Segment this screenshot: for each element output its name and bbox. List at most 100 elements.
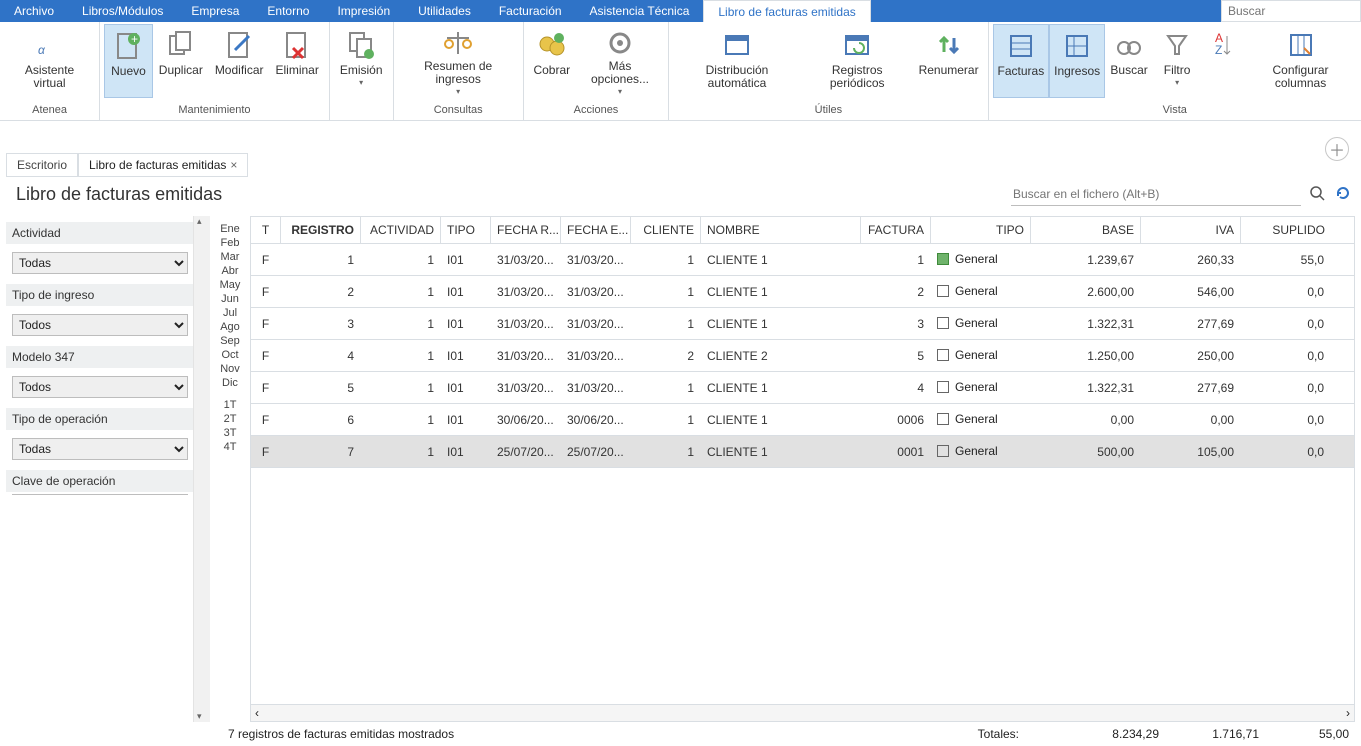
- search-icon[interactable]: [1309, 185, 1325, 204]
- grid-header: T REGISTRO ACTIVIDAD TIPO FECHA R... FEC…: [251, 217, 1354, 244]
- nuevo-button[interactable]: + Nuevo: [104, 24, 153, 98]
- month-Dic[interactable]: Dic: [212, 376, 248, 390]
- col-fecha-r[interactable]: FECHA R...: [491, 217, 561, 243]
- add-tab-button[interactable]: ＋: [1325, 137, 1349, 161]
- col-nombre[interactable]: NOMBRE: [701, 217, 861, 243]
- total-iva: 1.716,71: [1159, 727, 1259, 741]
- filter-actividad-label: Actividad: [6, 222, 202, 244]
- menu-asistencia[interactable]: Asistencia Técnica: [576, 0, 704, 22]
- month-1T[interactable]: 1T: [212, 398, 248, 412]
- eliminar-button[interactable]: Eliminar: [270, 24, 325, 98]
- tab-libro-facturas[interactable]: Libro de facturas emitidas×: [78, 153, 248, 177]
- month-Jun[interactable]: Jun: [212, 292, 248, 306]
- refresh-icon[interactable]: [1335, 185, 1351, 204]
- group-mantenimiento-label: Mantenimiento: [104, 102, 325, 120]
- renumber-icon: [932, 28, 966, 62]
- menu-utilidades[interactable]: Utilidades: [404, 0, 485, 22]
- col-fecha-e[interactable]: FECHA E...: [561, 217, 631, 243]
- table-row[interactable]: F41I0131/03/20...31/03/20...2CLIENTE 25G…: [251, 340, 1354, 372]
- filter-scrollbar[interactable]: [193, 216, 210, 722]
- group-utiles-label: Útiles: [673, 102, 983, 120]
- month-3T[interactable]: 3T: [212, 426, 248, 440]
- svg-text:+: +: [131, 32, 138, 46]
- ribbon: α Asistente virtual Atenea + Nuevo Dupli…: [0, 22, 1361, 121]
- invoices-icon: [1004, 29, 1038, 63]
- filter-tipo-ingreso-select[interactable]: Todos: [12, 314, 188, 336]
- buscar-button[interactable]: Buscar: [1105, 24, 1153, 98]
- month-Feb[interactable]: Feb: [212, 236, 248, 250]
- table-row[interactable]: F51I0131/03/20...31/03/20...1CLIENTE 14G…: [251, 372, 1354, 404]
- menu-empresa[interactable]: Empresa: [177, 0, 253, 22]
- duplicate-icon: [164, 28, 198, 62]
- col-iva[interactable]: IVA: [1141, 217, 1241, 243]
- col-base[interactable]: BASE: [1031, 217, 1141, 243]
- menu-impresion[interactable]: Impresión: [323, 0, 404, 22]
- col-factura[interactable]: FACTURA: [861, 217, 931, 243]
- modificar-button[interactable]: Modificar: [209, 24, 270, 98]
- month-filter-list: EneFebMarAbrMayJunJulAgoSepOctNovDic 1T2T…: [210, 216, 250, 722]
- calendar-auto-icon: [720, 28, 754, 62]
- table-row[interactable]: F11I0131/03/20...31/03/20...1CLIENTE 11G…: [251, 244, 1354, 276]
- calendar-repeat-icon: [840, 28, 874, 62]
- month-Ago[interactable]: Ago: [212, 320, 248, 334]
- totals-label: Totales:: [978, 727, 1019, 741]
- balance-icon: [441, 28, 475, 58]
- filtro-button[interactable]: Filtro▾: [1153, 24, 1201, 98]
- file-search-input[interactable]: [1011, 183, 1301, 206]
- col-actividad[interactable]: ACTIVIDAD: [361, 217, 441, 243]
- renumerar-button[interactable]: Renumerar: [914, 24, 984, 98]
- table-row[interactable]: F61I0130/06/20...30/06/20...1CLIENTE 100…: [251, 404, 1354, 436]
- registros-periodicos-button[interactable]: Registros periódicos: [801, 24, 914, 98]
- new-doc-icon: +: [111, 29, 145, 63]
- filter-tipo-operacion-select[interactable]: Todas: [12, 438, 188, 460]
- emision-button[interactable]: Emisión▾: [334, 24, 389, 98]
- month-Mar[interactable]: Mar: [212, 250, 248, 264]
- total-base: 8.234,29: [1049, 727, 1159, 741]
- distribucion-button[interactable]: Distribución automática: [673, 24, 801, 98]
- asistente-virtual-button[interactable]: α Asistente virtual: [4, 24, 95, 98]
- menu-facturacion[interactable]: Facturación: [485, 0, 576, 22]
- funnel-icon: [1160, 28, 1194, 62]
- month-Nov[interactable]: Nov: [212, 362, 248, 376]
- filter-clave-operacion-label: Clave de operación: [6, 470, 202, 492]
- svg-text:Z: Z: [1215, 43, 1222, 57]
- month-2T[interactable]: 2T: [212, 412, 248, 426]
- col-tipo[interactable]: TIPO: [441, 217, 491, 243]
- filter-modelo347-select[interactable]: Todos: [12, 376, 188, 398]
- global-search-input[interactable]: [1221, 0, 1361, 22]
- col-tipo2[interactable]: TIPO: [931, 217, 1031, 243]
- col-t[interactable]: T: [251, 217, 281, 243]
- sort-button[interactable]: AZ: [1201, 24, 1244, 98]
- page-title: Libro de facturas emitidas: [16, 184, 222, 205]
- configurar-columnas-button[interactable]: Configurar columnas: [1244, 24, 1357, 98]
- col-cliente[interactable]: CLIENTE: [631, 217, 701, 243]
- cobrar-button[interactable]: Cobrar: [528, 24, 576, 98]
- menu-libros[interactable]: Libros/Módulos: [68, 0, 177, 22]
- menu-active-tab[interactable]: Libro de facturas emitidas: [703, 0, 870, 22]
- month-Oct[interactable]: Oct: [212, 348, 248, 362]
- facturas-view-button[interactable]: Facturas: [993, 24, 1050, 98]
- month-Sep[interactable]: Sep: [212, 334, 248, 348]
- svg-text:α: α: [38, 43, 46, 57]
- month-Abr[interactable]: Abr: [212, 264, 248, 278]
- duplicar-button[interactable]: Duplicar: [153, 24, 209, 98]
- mas-opciones-button[interactable]: Más opciones...▾: [576, 24, 664, 98]
- close-icon[interactable]: ×: [230, 158, 237, 172]
- menu-entorno[interactable]: Entorno: [253, 0, 323, 22]
- table-row[interactable]: F71I0125/07/20...25/07/20...1CLIENTE 100…: [251, 436, 1354, 468]
- table-row[interactable]: F21I0131/03/20...31/03/20...1CLIENTE 12G…: [251, 276, 1354, 308]
- filter-tipo-operacion-label: Tipo de operación: [6, 408, 202, 430]
- filter-actividad-select[interactable]: Todas: [12, 252, 188, 274]
- col-registro[interactable]: REGISTRO: [281, 217, 361, 243]
- month-Jul[interactable]: Jul: [212, 306, 248, 320]
- filter-panel: Actividad Todas Tipo de ingreso Todos Mo…: [0, 216, 210, 722]
- ingresos-view-button[interactable]: Ingresos: [1049, 24, 1105, 98]
- col-suplido[interactable]: SUPLIDO: [1241, 217, 1331, 243]
- tab-escritorio[interactable]: Escritorio: [6, 153, 78, 177]
- table-row[interactable]: F31I0131/03/20...31/03/20...1CLIENTE 13G…: [251, 308, 1354, 340]
- resumen-ingresos-button[interactable]: Resumen de ingresos▾: [398, 24, 519, 98]
- month-Ene[interactable]: Ene: [212, 222, 248, 236]
- menu-archivo[interactable]: Archivo: [0, 0, 68, 22]
- month-4T[interactable]: 4T: [212, 440, 248, 454]
- month-May[interactable]: May: [212, 278, 248, 292]
